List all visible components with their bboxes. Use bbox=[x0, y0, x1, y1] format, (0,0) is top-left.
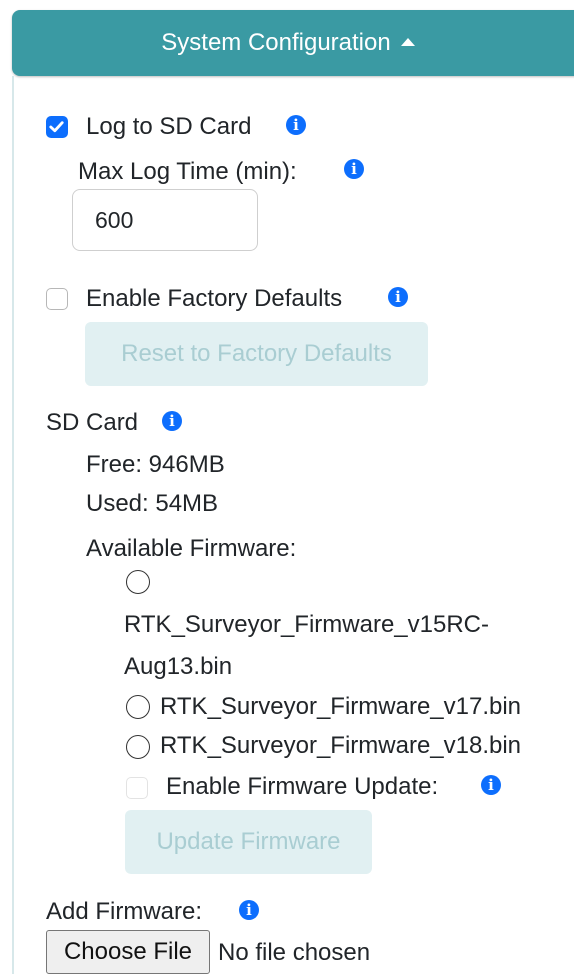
info-icon[interactable]: i bbox=[239, 900, 259, 920]
firmware-radio[interactable] bbox=[126, 570, 150, 594]
max-log-time-value: 600 bbox=[95, 206, 134, 233]
no-file-chosen-text: No file chosen bbox=[218, 939, 371, 966]
choose-file-label: Choose File bbox=[63, 938, 193, 965]
add-firmware-label: Add Firmware: bbox=[46, 898, 203, 925]
panel-border bbox=[12, 76, 14, 974]
info-icon[interactable]: i bbox=[162, 411, 182, 431]
enable-factory-defaults-label: Enable Factory Defaults bbox=[86, 285, 343, 312]
info-icon[interactable]: i bbox=[344, 159, 364, 179]
sd-used-text: Used: 54MB bbox=[86, 490, 219, 517]
checkmark-icon bbox=[49, 121, 64, 133]
choose-file-button[interactable]: Choose File bbox=[46, 930, 210, 974]
enable-factory-defaults-checkbox[interactable] bbox=[46, 288, 68, 310]
sd-card-label: SD Card bbox=[46, 409, 139, 436]
header-title: System Configuration bbox=[161, 29, 391, 56]
enable-firmware-update-checkbox[interactable] bbox=[126, 777, 148, 799]
max-log-time-input[interactable]: 600 bbox=[72, 189, 258, 251]
firmware-file-name: RTK_Surveyor_Firmware_v15RC- bbox=[124, 611, 489, 638]
firmware-radio[interactable] bbox=[126, 735, 150, 759]
firmware-radio[interactable] bbox=[126, 695, 150, 719]
sd-free-text: Free: 946MB bbox=[86, 451, 225, 478]
update-firmware-button[interactable]: Update Firmware bbox=[125, 810, 372, 874]
firmware-file-name-cont: Aug13.bin bbox=[124, 653, 233, 680]
log-to-sd-checkbox[interactable] bbox=[46, 116, 68, 138]
log-to-sd-label: Log to SD Card bbox=[86, 113, 252, 140]
available-firmware-label: Available Firmware: bbox=[86, 535, 297, 562]
firmware-file-name: RTK_Surveyor_Firmware_v18.bin bbox=[160, 732, 522, 759]
info-icon[interactable]: i bbox=[481, 775, 501, 795]
reset-factory-defaults-button[interactable]: Reset to Factory Defaults bbox=[85, 322, 428, 386]
info-icon[interactable]: i bbox=[286, 115, 306, 135]
enable-firmware-update-label: Enable Firmware Update: bbox=[166, 773, 439, 800]
update-firmware-label: Update Firmware bbox=[156, 828, 341, 855]
max-log-time-label: Max Log Time (min): bbox=[78, 158, 297, 185]
reset-factory-defaults-label: Reset to Factory Defaults bbox=[121, 340, 392, 367]
firmware-file-name: RTK_Surveyor_Firmware_v17.bin bbox=[160, 693, 522, 720]
caret-up-icon bbox=[400, 38, 415, 46]
system-configuration-header[interactable]: System Configuration bbox=[12, 10, 574, 76]
info-icon[interactable]: i bbox=[388, 287, 408, 307]
